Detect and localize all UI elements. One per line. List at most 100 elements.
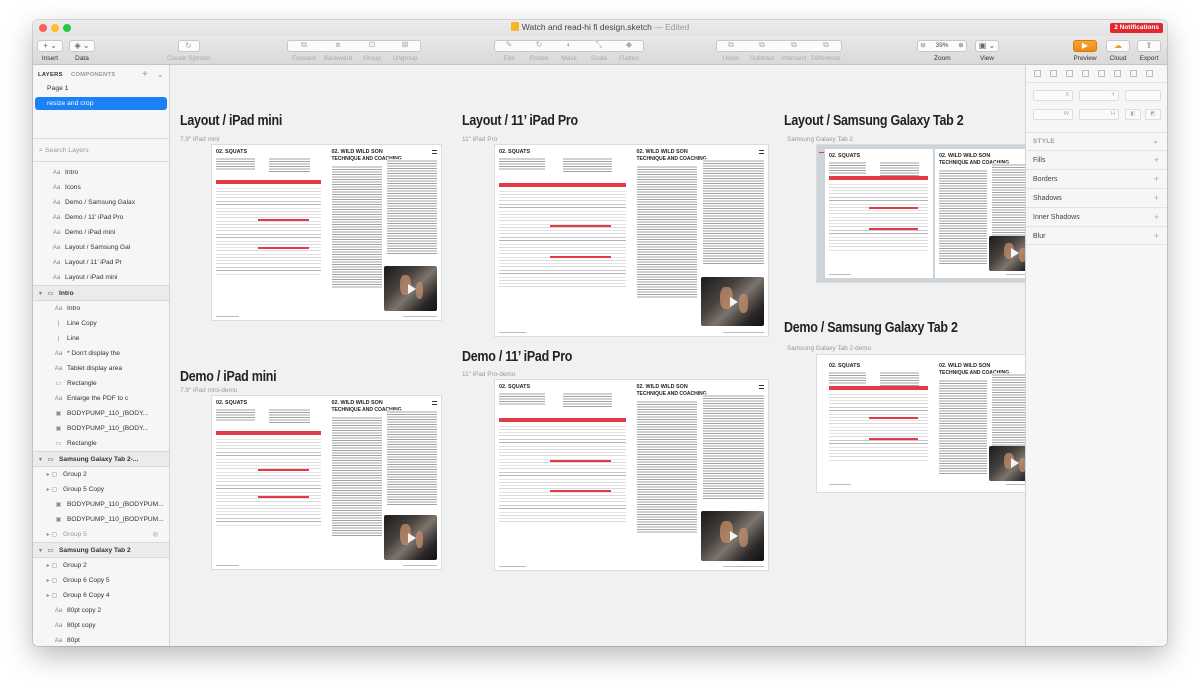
layer-row[interactable]: Aa Intro <box>33 301 169 316</box>
subtract-button[interactable]: ⧉ Subtract <box>746 40 778 62</box>
group-button[interactable]: ⊡ Group <box>355 40 389 62</box>
disclosure-triangle-icon[interactable]: ▾ <box>36 456 45 463</box>
artboard-subtitle[interactable]: 7.9" iPad mini <box>180 136 219 143</box>
layer-row[interactable]: Aa Layout / 11’ iPad Pr <box>33 255 169 270</box>
export-button[interactable]: ⇪ Export <box>1137 40 1161 62</box>
borders-section[interactable]: Borders + <box>1026 169 1167 188</box>
layer-row[interactable]: Aa Demo / Samsung Galax <box>33 195 169 210</box>
difference-button[interactable]: ⧉ Difference <box>810 40 842 62</box>
layer-row[interactable]: ▣ BODYPUMP_110_(BODYPUM... <box>33 512 169 527</box>
layer-row[interactable]: ▣ BODYPUMP_110_(BODY... <box>33 406 169 421</box>
add-shadow-icon[interactable]: + <box>1154 189 1159 208</box>
layer-row[interactable]: Aa Layout / iPad mini <box>33 270 169 285</box>
mask-button[interactable]: ◐ Mask <box>554 40 584 62</box>
disclosure-triangle-icon[interactable]: ▾ <box>36 547 45 554</box>
blur-section[interactable]: Blur + <box>1026 226 1167 245</box>
edit-button[interactable]: ✎ Edit <box>494 40 524 62</box>
layer-row[interactable]: ▸ ▢ Group 6 Copy 5 <box>33 573 169 588</box>
align-center-icon[interactable] <box>1050 70 1057 77</box>
artboard-demo-11-ipad-pro[interactable]: 02. SQUATS 02. WILD WILD SON TECHNIQUE AND… <box>495 380 768 570</box>
align-left-icon[interactable] <box>1034 70 1041 77</box>
rotate-button[interactable]: ↻ Rotate <box>524 40 554 62</box>
artboard-demo-ipad-mini[interactable]: 02. SQUATS 02. WILD WILD SON TECHNIQUE AND… <box>212 396 441 569</box>
collapse-pages-icon[interactable]: ⌄ <box>157 70 164 79</box>
layer-row[interactable]: Aa Intro <box>33 165 169 180</box>
layer-row[interactable]: ▣ BODYPUMP_110_(BODYPUM... <box>33 497 169 512</box>
canvas[interactable]: Layout / iPad mini 7.9" iPad mini Layout… <box>170 65 1025 646</box>
layer-row[interactable]: Aa 80pt copy 2 <box>33 603 169 618</box>
preview-button[interactable]: ▶ Preview <box>1073 40 1097 62</box>
notifications-badge[interactable]: 2 Notifications <box>1110 23 1163 33</box>
align-top-icon[interactable] <box>1082 70 1089 77</box>
layer-row[interactable]: Aa Layout / Samsung Gal <box>33 240 169 255</box>
artboard-subtitle[interactable]: 11" iPad Pro-demo <box>462 371 515 378</box>
layer-row[interactable]: Aa 80pt <box>33 633 169 646</box>
x-field[interactable]: X <box>1033 90 1073 101</box>
inner-shadows-section[interactable]: Inner Shadows + <box>1026 207 1167 226</box>
page-item-selected[interactable]: resize and crop <box>35 97 167 110</box>
artboard-demo-galaxy-tab2[interactable]: 02. SQUATS 02. WILD WILD SON TECHNIQUE AND… <box>817 355 1025 492</box>
align-bottom-icon[interactable] <box>1114 70 1121 77</box>
layer-row[interactable]: ▭ Rectangle <box>33 376 169 391</box>
tab-layers[interactable]: LAYERS <box>38 72 63 78</box>
cloud-button[interactable]: ☁ Cloud <box>1106 40 1130 62</box>
y-field[interactable]: Y <box>1079 90 1119 101</box>
layer-row[interactable]: ▸ ▢ Group 5 Copy <box>33 482 169 497</box>
ungroup-button[interactable]: ⊠ Ungroup <box>388 40 422 62</box>
layer-group-header[interactable]: ▾ ▭ Samsung Galaxy Tab 2-... <box>33 451 169 467</box>
align-right-icon[interactable] <box>1066 70 1073 77</box>
layer-row[interactable]: | Line <box>33 331 169 346</box>
layer-row[interactable]: ▣ BODYPUMP_110_(BODY... <box>33 421 169 436</box>
artboard-layout-galaxy-tab2[interactable]: 02. SQUATS 02. WILD WILD SON TECHNIQUE AND… <box>817 145 1025 282</box>
artboard-subtitle[interactable]: Samsung Galaxy Tab 2 <box>787 136 853 143</box>
style-section-header[interactable]: STYLE ⌄ <box>1026 132 1167 150</box>
layer-row[interactable]: ▸ ▢ Group 2 <box>33 558 169 573</box>
union-button[interactable]: ⧉ Union <box>716 40 746 62</box>
flatten-button[interactable]: ◆ Flatten <box>614 40 644 62</box>
tab-components[interactable]: COMPONENTS <box>71 72 116 78</box>
layer-row[interactable]: ▸ ▢ Group 5 ◎ <box>33 527 169 542</box>
flip-horizontal-icon[interactable]: ◧ <box>1125 109 1141 120</box>
rotation-field[interactable] <box>1125 90 1161 101</box>
view-button[interactable]: ▣ ⌄ View <box>975 40 999 62</box>
layer-row[interactable]: Aa Icons <box>33 180 169 195</box>
distribute-vertical-icon[interactable] <box>1146 70 1153 77</box>
distribute-horizontal-icon[interactable] <box>1130 70 1137 77</box>
hidden-eye-icon[interactable]: ◎ <box>151 531 160 538</box>
align-middle-icon[interactable] <box>1098 70 1105 77</box>
height-field[interactable]: H <box>1079 109 1119 120</box>
width-field[interactable]: W <box>1033 109 1073 120</box>
artboard-layout-ipad-mini[interactable]: 02. SQUATS 02. WILD WILD SON TECHNIQUE AND… <box>212 145 441 320</box>
layer-row[interactable]: Aa 80pt copy <box>33 618 169 633</box>
data-button[interactable]: ◈ ⌄ Data <box>69 40 95 62</box>
layer-row[interactable]: ▸ ▢ Group 6 Copy 4 <box>33 588 169 603</box>
fills-section[interactable]: Fills + <box>1026 150 1167 169</box>
layer-row[interactable]: Aa Tablet display area <box>33 361 169 376</box>
scale-button[interactable]: ⤡ Scale <box>584 40 614 62</box>
artboard-subtitle[interactable]: 7.9" iPad mini-demo <box>180 387 237 394</box>
add-fill-icon[interactable]: + <box>1154 151 1159 170</box>
flip-vertical-icon[interactable]: ◩ <box>1145 109 1161 120</box>
add-border-icon[interactable]: + <box>1154 170 1159 189</box>
page-item[interactable]: Page 1 <box>33 82 169 96</box>
add-inner-shadow-icon[interactable]: + <box>1154 208 1159 227</box>
layer-group-header[interactable]: ▾ ▭ Samsung Galaxy Tab 2 <box>33 542 169 558</box>
add-page-icon[interactable]: + <box>142 69 148 80</box>
disclosure-triangle-icon[interactable]: ▾ <box>36 290 45 297</box>
artboard-layout-11-ipad-pro[interactable]: 02. SQUATS 02. WILD WILD SON TECHNIQUE AND… <box>495 145 768 336</box>
zoom-out-icon[interactable]: ⊖ <box>918 41 928 51</box>
layer-group-header[interactable]: ▾ ▭ Intro <box>33 285 169 301</box>
add-blur-icon[interactable]: + <box>1154 227 1159 246</box>
layer-row[interactable]: Aa Demo / iPad mini <box>33 225 169 240</box>
layer-row[interactable]: ▭ Rectangle <box>33 436 169 451</box>
layer-row[interactable]: Aa Demo / 11’ iPad Pro <box>33 210 169 225</box>
intersect-button[interactable]: ⧉ Intersect <box>778 40 810 62</box>
insert-button[interactable]: + ⌄ Insert <box>37 40 63 62</box>
layer-row[interactable]: ▸ ▢ Group 2 <box>33 467 169 482</box>
backward-button[interactable]: ⧈ Backward <box>321 40 355 62</box>
layer-row[interactable]: Aa * Don't display the <box>33 346 169 361</box>
forward-button[interactable]: ⧉ Forward <box>287 40 321 62</box>
zoom-in-icon[interactable]: ⊕ <box>956 41 966 51</box>
shadows-section[interactable]: Shadows + <box>1026 188 1167 207</box>
layer-row[interactable]: Aa Enlarge the PDF to c <box>33 391 169 406</box>
